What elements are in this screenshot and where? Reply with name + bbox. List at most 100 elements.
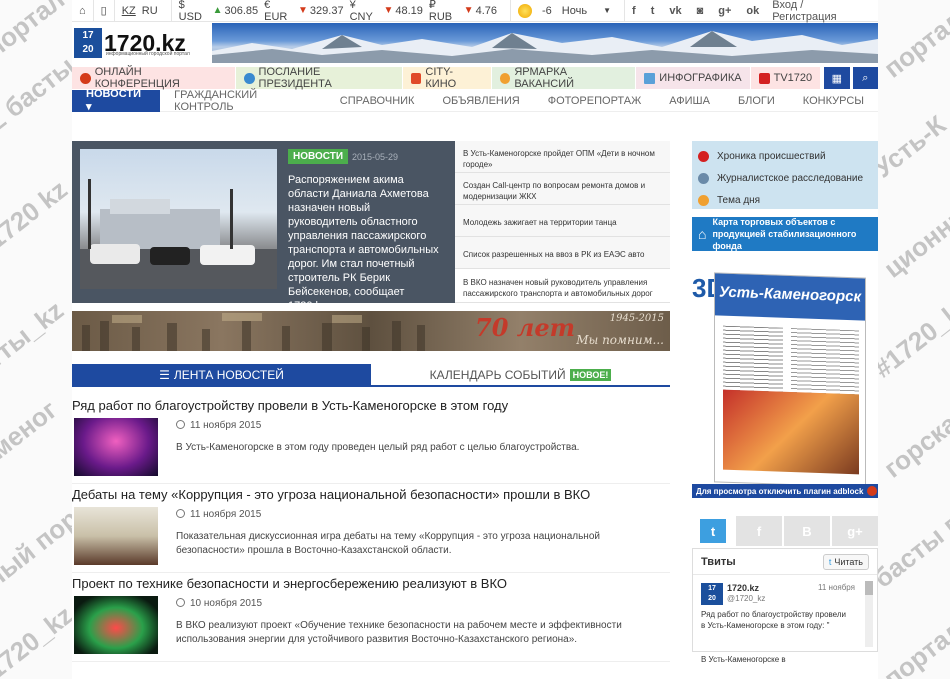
facebook-icon[interactable]: f [736, 516, 782, 546]
lang-kz[interactable]: KZ [122, 5, 136, 17]
promo-infographics[interactable]: ИНФОГРАФИКА [636, 67, 751, 89]
sidebar-item-investigation[interactable]: Журналистское расследование [692, 167, 878, 189]
tab-events-calendar[interactable]: КАЛЕНДАРЬ СОБЫТИЙ НОВОЕ! [371, 364, 670, 385]
sidebar-item-incidents[interactable]: Хроника происшествий [692, 145, 878, 167]
login-link[interactable]: Вход / Регистрация [772, 0, 878, 23]
vk-icon[interactable]: vk [669, 5, 681, 17]
news-description: В Усть-Каменогорске в этом году проведен… [176, 442, 580, 453]
arrow-up-icon: ▲ [212, 5, 223, 16]
top-bar: ⌂ ▯ KZ RU $ USD ▲ 306.85 € EUR ▼ 329.37 ¥ CN… [72, 0, 878, 23]
promo-online-conference[interactable]: ОНЛАЙН КОНФЕРЕНЦИЯ [72, 66, 236, 90]
news-date: 11 ноября 2015 [176, 420, 261, 431]
promo-tv1720[interactable]: TV1720 [750, 67, 822, 89]
arrow-down-icon: ▼ [298, 5, 308, 16]
tweet-handle: @1720_kz [727, 594, 766, 603]
language-switch: KZ RU [115, 0, 172, 22]
google-plus-icon[interactable]: g+ [718, 5, 731, 17]
featured-category-badge[interactable]: НОВОСТИ [288, 149, 349, 164]
news-title[interactable]: Дебаты на тему «Коррупция - это угроза н… [72, 487, 590, 502]
mobile-icon[interactable]: ▯ [94, 0, 115, 22]
victory-70-banner[interactable]: 70 лет 1945-2015 Мы помним... [72, 311, 670, 351]
nav-directory[interactable]: СПРАВОЧНИК [326, 90, 429, 112]
news-thumbnail[interactable] [74, 596, 158, 654]
cny-label: ¥ CNY [349, 0, 373, 23]
tab-label: ЛЕНТА НОВОСТЕЙ [173, 367, 284, 382]
avatar-top: 17 [708, 585, 716, 592]
chevron-down-icon[interactable]: ▼ [603, 6, 611, 15]
featured-headline[interactable]: Список разрешенных на ввоз в РК из ЕАЭС … [455, 237, 670, 269]
twitter-feed-title: Твиты [701, 555, 736, 568]
news-feed: Ряд работ по благоустройству провели в У… [72, 395, 670, 662]
lightbulb-icon [698, 194, 709, 206]
newspaper-cover: Усть-Каменогорск [714, 272, 866, 488]
home-icon[interactable]: ⌂ [72, 0, 94, 22]
twitter-feed-header: Твиты t Читать [693, 549, 877, 575]
promo-label: TV1720 [773, 72, 813, 84]
featured-headline-selected[interactable]: В ВКО назначен новый руководитель управл… [455, 269, 670, 303]
adblock-text: Для просмотра отключить плагин adblock [696, 486, 864, 496]
eur-label: € EUR [264, 0, 288, 23]
header: 17 20 1720.kz информационный городской п… [72, 23, 878, 63]
featured-image[interactable] [80, 149, 277, 289]
time-of-day: Ночь [561, 4, 588, 17]
avatar-bottom: 20 [708, 595, 716, 602]
nav-afisha[interactable]: АФИША [655, 90, 724, 112]
news-title[interactable]: Проект по технике безопасности и энергос… [72, 576, 507, 591]
news-item: Проект по технике безопасности и энергос… [72, 573, 670, 662]
tab-news-feed[interactable]: ☰ ЛЕНТА НОВОСТЕЙ [72, 364, 371, 385]
calendar-icon[interactable]: ▦ [824, 67, 850, 89]
news-date: 10 ноября 2015 [176, 598, 262, 609]
scrollbar-thumb[interactable] [865, 581, 873, 595]
trade-map-label: Карта торговых объектов с продукцией ста… [712, 217, 857, 251]
nav-photo-report[interactable]: ФОТОРЕПОРТАЖ [534, 90, 656, 112]
sidebar-item-topic-of-day[interactable]: Тема дня [692, 189, 878, 211]
site-logo[interactable]: 17 20 1720.kz информационный городской п… [74, 24, 214, 62]
usd-label: $ USD [178, 0, 202, 23]
nav-blogs[interactable]: БЛОГИ [724, 90, 789, 112]
google-plus-icon[interactable]: g+ [832, 516, 878, 546]
odnoklassniki-icon[interactable]: ok [746, 5, 759, 17]
news-title[interactable]: Ряд работ по благоустройству провели в У… [72, 398, 508, 413]
newspaper-3d[interactable]: 3D Усть-Каменогорск Для просмотра отключ… [692, 272, 878, 506]
nav-contests[interactable]: КОНКУРСЫ [789, 90, 878, 112]
nav-news[interactable]: НОВОСТИ ▾ [72, 88, 161, 113]
tweet-scrollbar[interactable] [865, 581, 873, 647]
logo-mark-top: 17 [82, 30, 94, 41]
watermark-right: портал Усть-К ционный #1720_kz горска # … [878, 0, 950, 679]
promo-city-kino[interactable]: CITY-КИНО [402, 66, 492, 90]
search-icon[interactable]: ⌕ [852, 67, 878, 89]
clock-icon [176, 509, 185, 518]
facebook-icon[interactable]: f [632, 5, 636, 17]
featured-headline[interactable]: В Усть-Каменогорске пройдет ОПМ «Дети в … [455, 141, 670, 173]
twitter-icon[interactable]: t [651, 5, 655, 17]
featured-text[interactable]: Распоряжением акима области Даниала Ахме… [288, 173, 440, 313]
lang-ru[interactable]: RU [142, 5, 158, 17]
nav-civil-control[interactable]: ГРАЖДАНСКИЙ КОНТРОЛЬ [160, 89, 326, 113]
magnifier-icon [698, 172, 709, 184]
promo-job-fair[interactable]: ЯРМАРКА ВАКАНСИЙ [491, 66, 637, 90]
featured-date: 2015-05-29 [352, 152, 399, 162]
news-thumbnail[interactable] [74, 418, 158, 476]
news-description: Показательная дискуссионная игра дебаты … [176, 531, 600, 556]
news-thumbnail[interactable] [74, 507, 158, 565]
logo-mark: 17 20 [74, 28, 102, 58]
featured-headline[interactable]: Молодежь зажигает на территории танца [455, 205, 670, 237]
trade-map-link[interactable]: ⌂ Карта торговых объектов с продукцией ст… [692, 217, 878, 251]
twitter-bird-icon: t [828, 556, 832, 567]
featured-headline[interactable]: Создан Call-центр по вопросам ремонта до… [455, 173, 670, 205]
weather[interactable]: -6 Ночь ▼ [511, 0, 626, 22]
instagram-icon[interactable]: ◙ [697, 5, 704, 17]
news-item: Дебаты на тему «Коррупция - это угроза н… [72, 484, 670, 573]
arrow-down-icon: ▼ [463, 5, 474, 16]
currency-rates: $ USD ▲ 306.85 € EUR ▼ 329.37 ¥ CNY ▼ 48.19 ₽ … [172, 0, 512, 23]
twitter-follow-button[interactable]: t Читать [822, 553, 869, 570]
twitter-icon[interactable]: t [700, 519, 726, 543]
vk-icon[interactable]: B [784, 516, 830, 546]
sidebar-item-label: Тема дня [717, 194, 761, 206]
banner-70-title: 70 лет [475, 313, 575, 342]
newspaper-column [723, 325, 783, 398]
promo-president-address[interactable]: ПОСЛАНИЕ ПРЕЗИДЕНТА [235, 66, 403, 90]
nav-classifieds[interactable]: ОБЪЯВЛЕНИЯ [428, 90, 533, 112]
news-date: 11 ноября 2015 [176, 509, 261, 520]
news-date-text: 11 ноября 2015 [190, 509, 262, 520]
